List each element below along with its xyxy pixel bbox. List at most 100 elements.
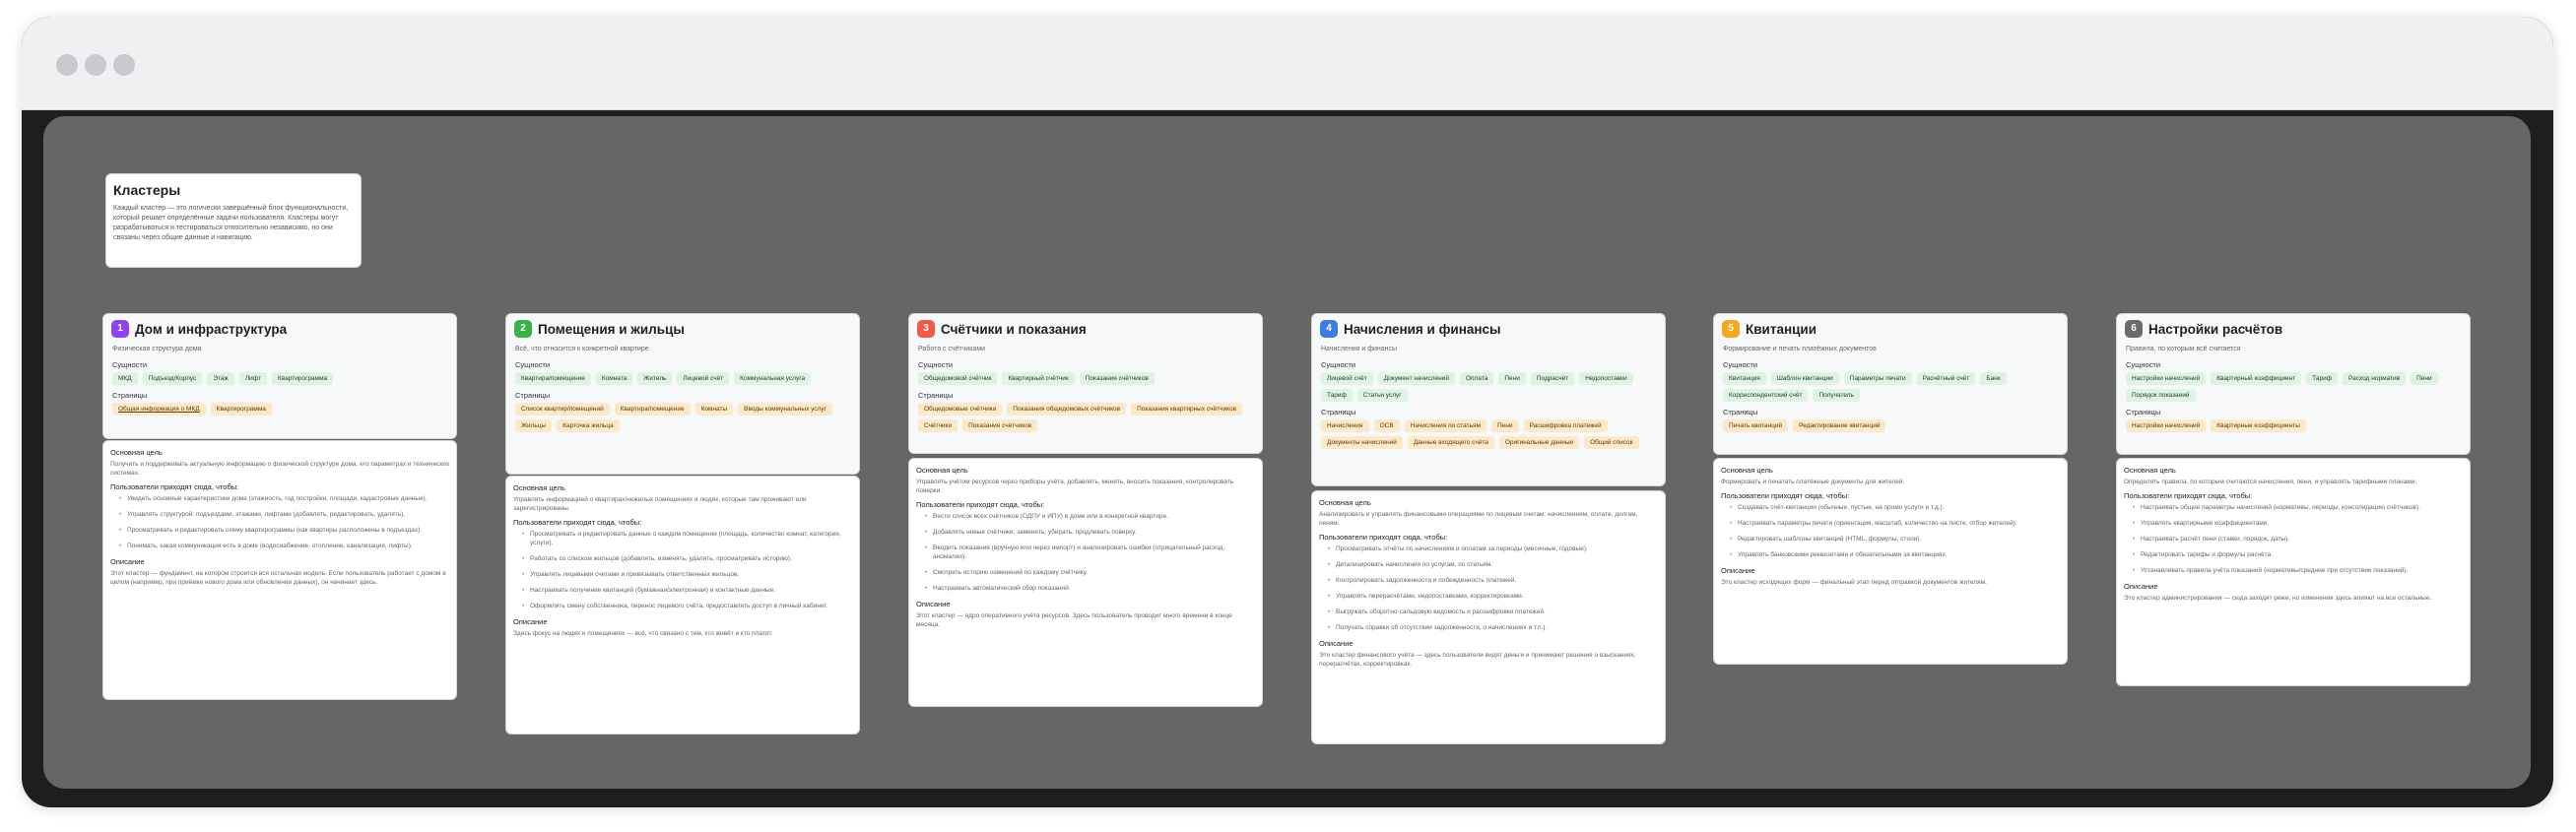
entity-tag[interactable]: Шаблон квитанции <box>1770 372 1839 385</box>
entity-tag[interactable]: Недопоставки <box>1579 372 1633 385</box>
entity-tag[interactable]: МКД <box>112 372 138 385</box>
cluster-card-header[interactable]: 3 Счётчики и показания Работа с счётчиками… <box>908 313 1263 454</box>
page-link-tag[interactable]: Показания общедомовых счётчиков <box>1007 403 1127 416</box>
cluster-card-header[interactable]: 1 Дом и инфраструктура Физическая структур… <box>102 313 457 439</box>
entity-tag[interactable]: Подъезд/Корпус <box>142 372 203 385</box>
entity-tag[interactable]: Лицевой счёт <box>677 372 730 385</box>
entity-tag[interactable]: Оплата <box>1459 372 1494 385</box>
page-link-tag[interactable]: Комнаты <box>694 403 734 416</box>
description-label: Описание <box>2124 582 2158 591</box>
page-link-tag[interactable]: Редактирование квитанций <box>1793 419 1886 432</box>
user-flow-item: Смотреть историю изменений по каждому сч… <box>925 568 1256 577</box>
user-flows-list: Создавать счёт-квитанции (обычные, пусты… <box>1730 503 2061 559</box>
cluster-card-header[interactable]: 4 Начисления и финансы Начисления и финанс… <box>1311 313 1666 486</box>
entities-label: Сущности <box>112 360 148 369</box>
intro-card[interactable]: Кластеры Каждый кластер — это логически … <box>105 173 362 268</box>
goal-label: Основная цель <box>1721 466 1773 475</box>
page-link-tag[interactable]: Общий список <box>1584 436 1639 449</box>
user-flow-item: Контролировать задолженности и побежденн… <box>1328 576 1659 585</box>
window-control-minimize-icon[interactable] <box>85 54 106 76</box>
entity-tag[interactable]: Пени <box>1498 372 1526 385</box>
cluster-card-details[interactable]: Основная цель Формировать и печатать плат… <box>1713 458 2068 665</box>
user-flow-item: Устанавливать правила учёта показаний (н… <box>2133 566 2464 575</box>
description-text: Это кластер исходящих форм — финальный э… <box>1721 579 1987 586</box>
cluster-number-badge: 1 <box>111 320 129 338</box>
page-link-tag[interactable]: Оригинальные данные <box>1498 436 1580 449</box>
page-link-tag[interactable]: Настройки начислений <box>2126 419 2207 432</box>
page-link-tag[interactable]: Квартира/помещение <box>614 403 691 416</box>
entity-tag[interactable]: Расчётный счёт <box>1916 372 1976 385</box>
page-link-tag[interactable]: Печать квитанций <box>1723 419 1789 432</box>
page-link-tag[interactable]: Документы начислений <box>1321 436 1403 449</box>
user-flow-item: Настраивать общие параметры начислений (… <box>2133 503 2464 512</box>
page-link-tag[interactable]: Карточка жильца <box>557 419 620 432</box>
entity-tag[interactable]: Банк <box>1980 372 2007 385</box>
cluster-card-details[interactable]: Основная цель Определять правила, по кото… <box>2116 458 2471 686</box>
page-link-tag[interactable]: Счётчики <box>918 419 958 432</box>
entity-tag[interactable]: Квартирограмма <box>271 372 334 385</box>
entity-tag[interactable]: Лицевой счёт <box>1321 372 1373 385</box>
entity-tag[interactable]: Параметры печати <box>1843 372 1912 385</box>
user-flows-list: Увидеть основные характеристики дома (эт… <box>119 494 450 550</box>
entity-tag[interactable]: Общедомовой счётчик <box>918 372 998 385</box>
entity-tag[interactable]: Квитанция <box>1723 372 1766 385</box>
entity-tag[interactable]: Подрасчёт <box>1530 372 1575 385</box>
entity-tag[interactable]: Статьи услуг <box>1356 389 1408 402</box>
entity-tag[interactable]: Квартирный коэффициент <box>2211 372 2302 385</box>
page-link-tag[interactable]: Квартирограмма <box>210 403 272 416</box>
user-flow-item: Просматривать отчёты по начислениям и оп… <box>1328 544 1659 553</box>
goal-label: Основная цель <box>513 483 565 492</box>
entity-tag[interactable]: Коммунальная услуга <box>734 372 812 385</box>
entity-tag[interactable]: Пени <box>2411 372 2438 385</box>
user-flow-item: Управлять структурой: подъездами, этажам… <box>119 510 450 519</box>
entity-tag[interactable]: Настройки начислений <box>2126 372 2207 385</box>
cluster-card-details[interactable]: Основная цель Управлять учётом ресурсов ч… <box>908 458 1263 707</box>
entity-tag[interactable]: Расход норматив <box>2343 372 2407 385</box>
entity-tag[interactable]: Квартирный счётчик <box>1002 372 1075 385</box>
entity-tag[interactable]: Тариф <box>1321 389 1353 402</box>
entity-tag[interactable]: Показания счётчиков <box>1079 372 1155 385</box>
entity-tag[interactable]: Квартира/помещение <box>515 372 591 385</box>
entities-label: Сущности <box>515 360 551 369</box>
page-link-tag[interactable]: Данные входящего счёта <box>1407 436 1494 449</box>
cluster-number-badge: 3 <box>917 320 935 338</box>
user-flow-item: Управлять лицевыми счетами и привязывать… <box>522 570 853 579</box>
cluster-title-text: Помещения и жильцы <box>538 321 685 337</box>
cluster-card-details[interactable]: Основная цель Получить и поддерживать акт… <box>102 440 457 700</box>
page-link-tag[interactable]: Список квартир/помещений <box>515 403 610 416</box>
entity-tag[interactable]: Порядок показаний <box>2126 389 2196 402</box>
page-link-tag[interactable]: Показания счётчиков <box>962 419 1038 432</box>
entities-label: Сущности <box>1321 360 1356 369</box>
description-text: Этот кластер — фундамент, на котором стр… <box>110 570 446 586</box>
entity-tag[interactable]: Тариф <box>2306 372 2339 385</box>
entity-tag[interactable]: Корреспондентский счёт <box>1723 389 1809 402</box>
window-control-close-icon[interactable] <box>56 54 78 76</box>
cluster-card-header[interactable]: 5 Квитанции Формирование и печать платёжны… <box>1713 313 2068 455</box>
page-link-tag[interactable]: Общая информация о МКД <box>112 403 206 416</box>
entity-tag[interactable]: Этаж <box>207 372 234 385</box>
cluster-card-details[interactable]: Основная цель Анализировать и управлять ф… <box>1311 490 1666 744</box>
entity-tag[interactable]: Получатель <box>1813 389 1860 402</box>
cluster-subtitle: Формирование и печать платёжных документ… <box>1723 346 1877 352</box>
cluster-subtitle: Работа с счётчиками <box>918 346 986 352</box>
cluster-card-header[interactable]: 6 Настройки расчётов Правила, по которым в… <box>2116 313 2471 455</box>
cluster-card-header[interactable]: 2 Помещения и жильцы Всё, что относится к … <box>505 313 860 475</box>
page-link-tag[interactable]: ОСВ <box>1373 419 1400 432</box>
page-link-tag[interactable]: Показания квартирных счётчиков <box>1131 403 1243 416</box>
entity-tag[interactable]: Документ начислений <box>1377 372 1455 385</box>
page-link-tag[interactable]: Общедомовые счётчики <box>918 403 1003 416</box>
user-flow-item: Управлять квартирными коэффициентами. <box>2133 519 2464 528</box>
entity-tag[interactable]: Лифт <box>238 372 267 385</box>
page-link-tag[interactable]: Квартирные коэффициенты <box>2211 419 2306 432</box>
page-link-tag[interactable]: Расшифровка платежей <box>1523 419 1608 432</box>
page-link-tag[interactable]: Жильцы <box>515 419 553 432</box>
page-link-tag[interactable]: Вводы коммунальных услуг <box>738 403 832 416</box>
pages-label: Страницы <box>112 391 148 400</box>
window-control-maximize-icon[interactable] <box>113 54 135 76</box>
entity-tag[interactable]: Житель <box>637 372 673 385</box>
cluster-card-details[interactable]: Основная цель Управлять информацией о ква… <box>505 476 860 735</box>
page-link-tag[interactable]: Начисления по статьям <box>1404 419 1486 432</box>
page-link-tag[interactable]: Пени <box>1491 419 1519 432</box>
entity-tag[interactable]: Комната <box>595 372 633 385</box>
page-link-tag[interactable]: Начисления <box>1321 419 1369 432</box>
